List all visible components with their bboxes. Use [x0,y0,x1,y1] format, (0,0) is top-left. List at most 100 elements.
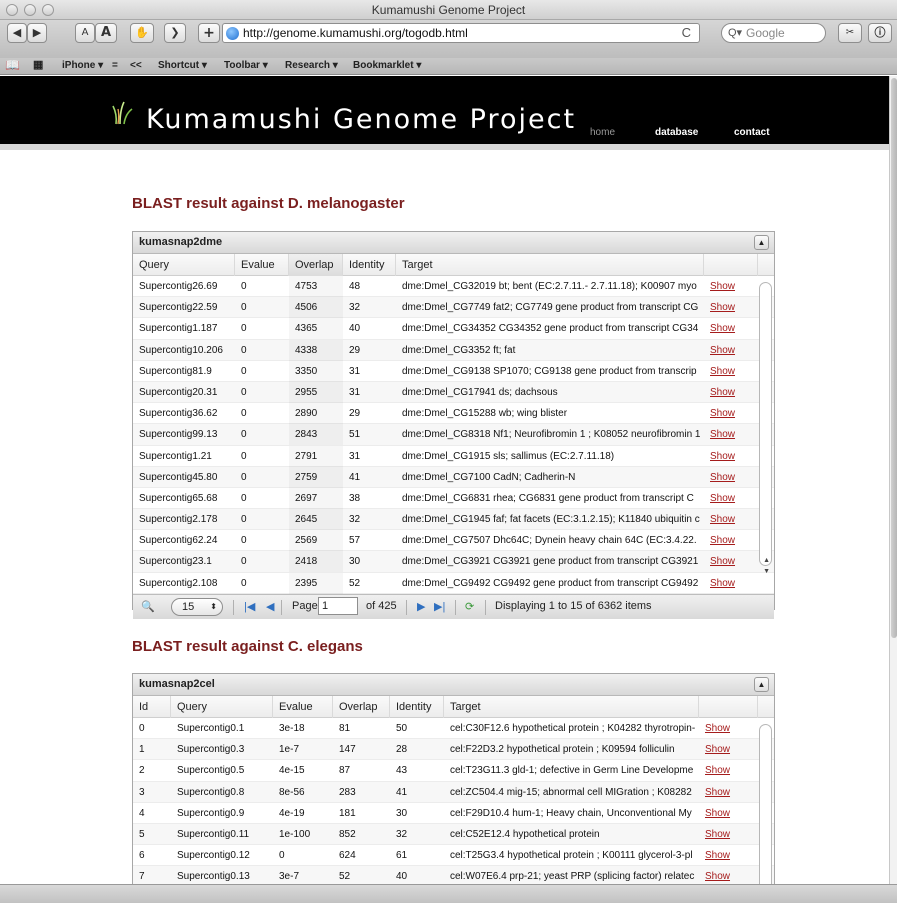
table-row[interactable]: Supercontig20.31 0 2955 31 dme:Dmel_CG17941 … [133,381,774,404]
nav-contact-link[interactable]: contact [734,127,770,138]
column-header-query[interactable]: Query [133,254,235,276]
table-row[interactable]: Supercontig36.62 0 2890 29 dme:Dmel_CG15288 … [133,403,774,425]
page-number-input[interactable]: 1 [318,596,358,615]
collapse-toggle-button[interactable]: ▲ [754,677,769,692]
show-link[interactable]: Show [699,782,758,803]
show-link[interactable]: Show [699,845,758,866]
collapse-toggle-button[interactable]: ▲ [754,235,769,250]
scroll-up-arrow-icon[interactable]: ▲ [763,557,770,564]
page-scrollbar-thumb[interactable] [891,78,897,638]
show-link[interactable]: Show [699,718,758,739]
column-header-evalue[interactable]: Evalue [273,696,333,718]
column-header-id[interactable]: Id [133,696,171,718]
table-row[interactable]: Supercontig2.178 0 2645 32 dme:Dmel_CG1945 f… [133,509,774,531]
show-link[interactable]: Show [699,866,758,884]
table-cell: 4 [139,807,145,819]
info-button[interactable]: ⓘ [868,23,892,43]
table-row[interactable]: Supercontig65.68 0 2697 38 dme:Dmel_CG6831 r… [133,488,774,510]
show-link[interactable]: Show [704,488,758,509]
column-header-target[interactable]: Target [396,254,704,276]
table-row[interactable]: Supercontig22.59 0 4506 32 dme:Dmel_CG7749 f… [133,297,774,319]
bookmark-item-back[interactable]: << [130,60,142,71]
address-bar[interactable]: http://genome.kumamushi.org/togodb.html … [222,23,700,43]
first-page-icon[interactable]: |◀ [244,600,255,613]
show-link[interactable]: Show [704,509,758,530]
table-row[interactable]: 5 Supercontig0.11 1e-100 852 32 cel:C52E12.4 … [133,823,774,846]
prev-page-icon[interactable]: ◀ [266,600,274,613]
column-header-query[interactable]: Query [171,696,273,718]
show-link[interactable]: Show [704,403,758,424]
table-row[interactable]: Supercontig26.69 0 4753 48 dme:Dmel_CG32019 … [133,276,774,298]
show-link[interactable]: Show [704,446,758,467]
table-row[interactable]: Supercontig23.1 0 2418 30 dme:Dmel_CG3921 CG… [133,551,774,573]
show-link[interactable]: Show [699,803,758,824]
table-row[interactable]: 7 Supercontig0.13 3e-7 52 40 cel:W07E6.4 prp-… [133,866,774,884]
text-smaller-button[interactable]: A [75,23,95,43]
page-scrollbar[interactable] [889,76,897,884]
refresh-icon[interactable]: ⟳ [465,600,474,613]
show-link[interactable]: Show [704,318,758,339]
grid-scrollbar-thumb[interactable] [759,282,772,566]
snapback-button[interactable]: ✋ [130,23,154,43]
table-cell: 81 [339,723,351,734]
table-row[interactable]: Supercontig10.206 0 4338 29 dme:Dmel_CG3352 … [133,339,774,361]
column-header-evalue[interactable]: Evalue [235,254,289,276]
table-row[interactable]: 6 Supercontig0.12 0 624 61 cel:T25G3.4 hypoth… [133,845,774,867]
show-link[interactable]: Show [704,340,758,361]
table-row[interactable]: 0 Supercontig0.1 3e-18 81 50 cel:C30F12.6 hyp… [133,718,774,740]
show-link[interactable]: Show [704,530,758,551]
show-link[interactable]: Show [704,382,758,403]
table-row[interactable]: Supercontig81.9 0 3350 31 dme:Dmel_CG9138 SP… [133,361,774,382]
show-link[interactable]: Show [699,760,758,781]
bookmark-item-shortcut[interactable]: Shortcut ▾ [158,60,207,71]
show-link[interactable]: Show [704,361,758,382]
column-header-identity[interactable]: Identity [390,696,444,718]
magnifier-icon[interactable]: 🔍 [141,600,155,613]
table-row[interactable]: 4 Supercontig0.9 4e-19 181 30 cel:F29D10.4 hu… [133,803,774,824]
show-link[interactable]: Show [699,824,758,845]
nav-home-link[interactable]: home [590,127,615,138]
show-link[interactable]: Show [704,467,758,488]
table-row[interactable]: Supercontig45.80 0 2759 41 dme:Dmel_CG7100 C… [133,466,774,488]
bookmark-item-iphone[interactable]: iPhone ▾ [62,60,103,71]
snippet-button[interactable]: ✂ [838,23,862,43]
show-link[interactable]: Show [704,297,758,318]
text-larger-button[interactable]: A [95,23,117,43]
grid-scrollbar-thumb[interactable] [759,724,772,884]
page-size-select[interactable]: 15 ⬍ [171,597,223,616]
nav-database-link[interactable]: database [655,127,698,138]
table-row[interactable]: Supercontig62.24 0 2569 57 dme:Dmel_CG7507 D… [133,530,774,552]
bookmark-item-toolbar[interactable]: Toolbar ▾ [224,60,268,71]
table-row[interactable]: Supercontig1.21 0 2791 31 dme:Dmel_CG1915 sl… [133,446,774,467]
show-link[interactable]: Show [699,739,758,760]
table-row[interactable]: Supercontig2.108 0 2395 52 dme:Dmel_CG9492 C… [133,573,774,594]
forward-button[interactable]: ▶ [27,23,47,43]
column-header-overlap[interactable]: Overlap [333,696,390,718]
table-row[interactable]: 1 Supercontig0.3 1e-7 147 28 cel:F22D3.2 hypo… [133,739,774,761]
last-page-icon[interactable]: ▶| [434,600,445,613]
show-link[interactable]: Show [704,573,758,594]
scroll-down-arrow-icon[interactable]: ▼ [763,568,770,575]
add-bookmark-button[interactable]: + [198,23,220,43]
table-row[interactable]: Supercontig1.187 0 4365 40 dme:Dmel_CG34352 … [133,318,774,340]
show-link[interactable]: Show [704,424,758,445]
bookmark-item-equals[interactable]: = [112,60,118,71]
show-link[interactable]: Show [704,551,758,572]
bookmarks-book-icon[interactable]: 📖 [5,58,20,72]
chevron-button[interactable]: ❯ [164,23,186,43]
table-row[interactable]: Supercontig99.13 0 2843 51 dme:Dmel_CG8318 N… [133,424,774,446]
bookmark-item-research[interactable]: Research ▾ [285,60,338,71]
table-row[interactable]: 3 Supercontig0.8 8e-56 283 41 cel:ZC504.4 mig… [133,781,774,803]
next-page-icon[interactable]: ▶ [417,600,425,613]
column-header-overlap[interactable]: Overlap [289,254,343,276]
column-header-identity[interactable]: Identity [343,254,396,276]
back-button[interactable]: ◀ [7,23,27,43]
reload-icon[interactable]: C [682,25,691,40]
show-link[interactable]: Show [704,276,758,297]
search-field[interactable]: Q▾ Google [721,23,826,43]
bookmark-item-bookmarklet[interactable]: Bookmarklet ▾ [353,60,421,71]
table-cell: 41 [396,786,408,798]
table-row[interactable]: 2 Supercontig0.5 4e-15 87 43 cel:T23G11.3 gld… [133,760,774,782]
column-header-target[interactable]: Target [444,696,699,718]
bookmarks-grid-icon[interactable]: ▦ [33,58,43,71]
